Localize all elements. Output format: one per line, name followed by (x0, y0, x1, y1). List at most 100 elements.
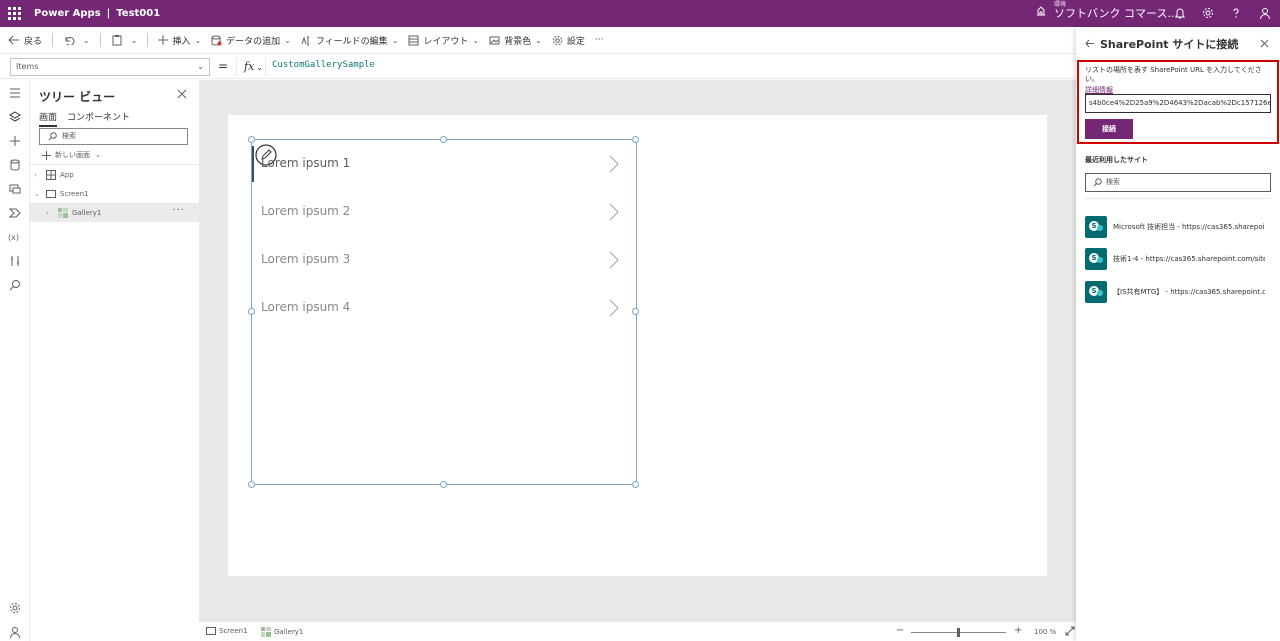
chevron-down-icon: ⌄ (197, 62, 204, 71)
zoom-in-button[interactable]: + (1014, 625, 1022, 636)
power-automate-icon[interactable] (8, 206, 22, 220)
formula-bar: Items ⌄ = fx ⌄ CustomGallerySample (0, 55, 1076, 79)
resize-handle[interactable] (440, 481, 447, 488)
property-select[interactable]: Items ⌄ (10, 58, 210, 76)
tab-components[interactable]: コンポーネント (67, 110, 130, 127)
divider (147, 33, 149, 47)
insert-button[interactable]: 挿入 ⌄ (158, 27, 201, 54)
chevron-right-icon[interactable] (608, 155, 620, 173)
app-header: Power Apps | Test001 環境 ソフトバンク コマース... (0, 0, 1280, 27)
sharepoint-icon: S (1085, 248, 1107, 270)
fx-button[interactable]: fx ⌄ (236, 57, 266, 77)
more-label: ··· (594, 35, 604, 45)
gear-icon[interactable] (1201, 6, 1215, 20)
chevron-down-icon: ⌄ (130, 35, 138, 45)
chevron-down-icon: ⌄ (535, 35, 542, 45)
tree-node-screen1[interactable]: ⌄ Screen1 (30, 184, 199, 203)
chevron-right-icon[interactable] (608, 203, 620, 221)
resize-handle[interactable] (632, 481, 639, 488)
gallery-item[interactable]: Lorem ipsum 2 (252, 188, 636, 236)
search-icon[interactable] (8, 278, 22, 292)
breadcrumb-screen-label: Screen1 (219, 627, 248, 635)
close-icon[interactable] (1260, 39, 1269, 48)
gallery-item[interactable]: Lorem ipsum 4 (252, 284, 636, 332)
settings-icon[interactable] (8, 601, 22, 615)
media-icon[interactable] (8, 182, 22, 196)
advanced-tools-icon[interactable] (8, 254, 22, 268)
edit-fields-button[interactable]: フィールドの編集 ⌄ (301, 27, 398, 54)
resize-handle[interactable] (248, 136, 255, 143)
close-icon[interactable] (177, 89, 187, 99)
recent-search-placeholder: 検索 (1106, 178, 1120, 186)
environment-label: 環境 (1054, 1, 1067, 8)
back-button[interactable]: 戻る (8, 27, 42, 54)
account-icon[interactable] (8, 625, 22, 639)
recent-sites-search-input[interactable]: 検索 (1085, 173, 1271, 192)
resize-handle[interactable] (632, 136, 639, 143)
breadcrumb-gallery-label: Gallery1 (274, 628, 304, 636)
bell-icon[interactable] (1173, 6, 1187, 20)
edit-fields-label: フィールドの編集 (315, 36, 388, 47)
more-commands-button[interactable]: ··· (595, 27, 604, 54)
insert-icon[interactable] (8, 134, 22, 148)
recent-site-item[interactable]: S 技術1-4 - https://cas365.sharepoint.com/… (1085, 247, 1275, 271)
data-icon[interactable] (8, 158, 22, 172)
new-screen-button[interactable]: 新しい画面 ⌄ (42, 150, 101, 160)
help-icon[interactable] (1229, 6, 1243, 20)
zoom-slider-thumb[interactable] (957, 628, 960, 637)
gallery-item[interactable]: Lorem ipsum 1 (252, 140, 636, 188)
tree-view-panel: ツリー ビュー 画面 コンポーネント 検索 新しい画面 ⌄ › App ⌄ Sc… (30, 80, 199, 641)
status-bar: Screen1 Gallery1 − + 100 % (199, 621, 1076, 641)
environment-picker[interactable]: 環境 ソフトバンク コマース... (1034, 2, 1178, 19)
tree-node-label: Screen1 (60, 189, 89, 198)
sharepoint-icon: S (1085, 281, 1107, 303)
waffle-icon[interactable] (0, 0, 28, 27)
undo-button[interactable]: ⌄ (63, 27, 90, 54)
add-data-button[interactable]: データの追加 ⌄ (211, 27, 291, 54)
chevron-right-icon[interactable] (608, 251, 620, 269)
gallery-control[interactable]: Lorem ipsum 1 Lorem ipsum 2 Lorem ipsum … (248, 136, 639, 488)
settings-button[interactable]: 設定 (552, 27, 585, 54)
svg-text:(x): (x) (8, 233, 19, 242)
gallery-item-title: Lorem ipsum 3 (261, 252, 351, 266)
screen-canvas[interactable]: Lorem ipsum 1 Lorem ipsum 2 Lorem ipsum … (228, 115, 1047, 576)
settings-label: 設定 (566, 36, 585, 47)
tree-node-label: Gallery1 (72, 208, 102, 217)
sharepoint-url-input[interactable]: s4b0ce4%2D25a9%2D4643%2Dacab%2Dc157126e5… (1085, 94, 1271, 113)
breadcrumb-gallery[interactable]: Gallery1 (261, 627, 303, 637)
user-icon[interactable] (1258, 6, 1272, 20)
resize-handle[interactable] (632, 308, 639, 315)
layout-button[interactable]: レイアウト ⌄ (408, 27, 479, 54)
breadcrumb-screen[interactable]: Screen1 (206, 627, 248, 635)
connect-button[interactable]: 接続 (1085, 119, 1133, 139)
divider (99, 33, 101, 47)
tree-view-icon[interactable] (8, 110, 22, 124)
background-button[interactable]: 背景色 ⌄ (489, 27, 542, 54)
variables-icon[interactable]: (x) (8, 230, 22, 244)
hamburger-icon[interactable] (8, 86, 22, 100)
tab-screens[interactable]: 画面 (39, 110, 58, 127)
chevron-right-icon[interactable] (608, 299, 620, 317)
gallery-icon (261, 627, 271, 637)
fit-to-window-icon[interactable] (1065, 626, 1075, 636)
zoom-out-button[interactable]: − (896, 625, 904, 636)
formula-input[interactable]: CustomGallerySample (272, 60, 375, 70)
resize-handle[interactable] (248, 481, 255, 488)
back-arrow-icon[interactable] (1085, 39, 1095, 48)
command-bar: 戻る ⌄ ⌄ 挿入 ⌄ データの追加 ⌄ フィールドの編集 ⌄ レイアウト ⌄ … (0, 27, 1076, 54)
tree-search-input[interactable]: 検索 (39, 128, 188, 145)
resize-handle[interactable] (248, 308, 255, 315)
app-name: Power Apps (34, 8, 101, 19)
tree-node-app[interactable]: › App (30, 165, 199, 184)
back-arrow-icon (8, 35, 19, 45)
recent-site-item[interactable]: S Microsoft 技術担当 - https://cas365.sharep… (1085, 215, 1275, 239)
layout-icon (408, 35, 419, 45)
chevron-right-icon: › (46, 208, 49, 217)
paste-button[interactable]: ⌄ (111, 27, 138, 54)
resize-handle[interactable] (440, 136, 447, 143)
gallery-item[interactable]: Lorem ipsum 3 (252, 236, 636, 284)
file-name[interactable]: Test001 (116, 8, 160, 19)
tree-node-gallery1[interactable]: › Gallery1 ··· (30, 203, 199, 222)
recent-site-item[interactable]: S 【IS共有MTG】 - https://cas365.sharepoint.… (1085, 280, 1275, 304)
more-options-icon[interactable]: ··· (172, 205, 185, 216)
